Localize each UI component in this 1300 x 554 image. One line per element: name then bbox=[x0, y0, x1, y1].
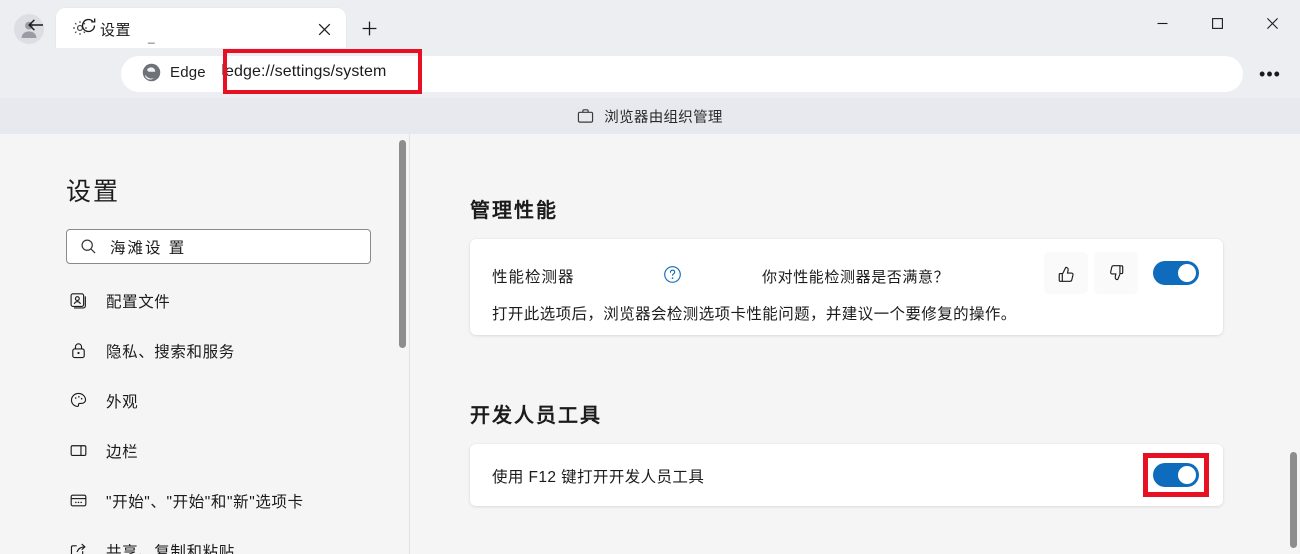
sidebar-item-label: 共享、复制和粘贴 bbox=[106, 543, 235, 554]
sidebar-panel-icon bbox=[66, 441, 90, 460]
share-icon bbox=[66, 541, 90, 554]
briefcase-icon bbox=[578, 109, 594, 123]
lock-icon bbox=[66, 341, 90, 360]
url-text[interactable]: edge://settings/system bbox=[225, 63, 386, 81]
sidebar-nav-list: 配置文件 隐私、搜索和服务 外观 边栏 "开始"、"开始"和"新"选项卡 共享、… bbox=[66, 284, 396, 554]
toggle-knob bbox=[1178, 264, 1196, 282]
tab-strip: 设置 _ bbox=[0, 0, 1300, 48]
sidebar-item-appearance[interactable]: 外观 bbox=[66, 384, 396, 417]
sidebar-item-privacy-search-services[interactable]: 隐私、搜索和服务 bbox=[66, 334, 396, 367]
org-managed-banner: 浏览器由组织管理 bbox=[0, 98, 1300, 134]
start-tab-icon bbox=[66, 491, 90, 510]
page-title: 设置 bbox=[66, 178, 121, 206]
edge-logo-icon bbox=[142, 63, 161, 82]
palette-icon bbox=[66, 391, 90, 410]
feedback-question: 你对性能检测器是否满意？ bbox=[762, 269, 950, 286]
sidebar-item-label: 配置文件 bbox=[106, 293, 171, 311]
close-icon[interactable] bbox=[314, 19, 334, 39]
content-scrollbar[interactable] bbox=[1289, 134, 1297, 554]
content-scrollbar-thumb[interactable] bbox=[1290, 452, 1297, 548]
org-banner-text: 浏览器由组织管理 bbox=[604, 109, 723, 126]
sidebar-item-label: 外观 bbox=[106, 393, 139, 411]
close-button[interactable] bbox=[1245, 0, 1300, 46]
toggle-knob bbox=[1178, 466, 1196, 484]
browser-window: 设置 _ Edge I edge://settings/system ••• 浏… bbox=[0, 0, 1300, 554]
section-title-manage-performance: 管理性能 bbox=[470, 200, 558, 222]
tab-text-caret: _ bbox=[148, 30, 155, 44]
search-icon bbox=[80, 238, 97, 255]
sidebar-item-share-copy-paste[interactable]: 共享、复制和粘贴 bbox=[66, 534, 396, 554]
sidebar-item-label: "开始"、"开始"和"新"选项卡 bbox=[106, 493, 304, 511]
thumbs-up-icon bbox=[1058, 266, 1074, 282]
maximize-button[interactable] bbox=[1190, 0, 1245, 46]
thumbs-up-button[interactable] bbox=[1044, 252, 1088, 294]
performance-detector-toggle[interactable] bbox=[1153, 261, 1199, 285]
sidebar-item-label: 隐私、搜索和服务 bbox=[106, 343, 235, 361]
window-controls bbox=[1135, 0, 1300, 46]
new-tab-button[interactable] bbox=[355, 16, 383, 40]
minimize-button[interactable] bbox=[1135, 0, 1190, 46]
settings-search[interactable]: 海滩设 置 bbox=[66, 229, 371, 264]
sidebar-scrollbar[interactable] bbox=[399, 138, 407, 550]
sidebar-item-sidebar[interactable]: 边栏 bbox=[66, 434, 396, 467]
reload-icon bbox=[81, 17, 95, 32]
edge-badge-label: Edge bbox=[170, 64, 206, 81]
reload-button[interactable] bbox=[71, 8, 105, 42]
performance-detector-description: 打开此选项后，浏览器会检测选项卡性能问题，并建议一个要修复的操作。 bbox=[492, 306, 1017, 323]
devtools-f12-card: 使用 F12 键打开开发人员工具 bbox=[470, 444, 1223, 506]
sidebar-item-label: 边栏 bbox=[106, 443, 139, 461]
f12-devtools-toggle[interactable] bbox=[1153, 463, 1199, 487]
settings-content: 管理性能 性能检测器 你对性能检测器是否满意？ 打开此选项后，浏览器会检测选项卡… bbox=[410, 134, 1300, 554]
help-circle-icon[interactable] bbox=[663, 265, 682, 289]
sidebar-scrollbar-thumb[interactable] bbox=[399, 140, 406, 348]
more-options-button[interactable]: ••• bbox=[1254, 58, 1286, 90]
thumbs-down-button[interactable] bbox=[1094, 252, 1138, 294]
back-arrow-icon bbox=[28, 19, 43, 31]
back-button[interactable] bbox=[19, 8, 53, 42]
search-input-value[interactable]: 海滩设 置 bbox=[110, 236, 186, 258]
thumbs-down-icon bbox=[1109, 264, 1123, 280]
f12-setting-label: 使用 F12 键打开开发人员工具 bbox=[492, 469, 705, 486]
settings-sidebar: 设置 海滩设 置 配置文件 隐私、搜索和服务 外观 边栏 "开始"、"开始"和"… bbox=[0, 134, 410, 554]
performance-detector-label: 性能检测器 bbox=[492, 269, 575, 286]
edge-site-badge: Edge bbox=[141, 62, 206, 83]
sidebar-item-start-home-new-tabs[interactable]: "开始"、"开始"和"新"选项卡 bbox=[66, 484, 396, 517]
performance-detector-card: 性能检测器 你对性能检测器是否满意？ 打开此选项后，浏览器会检测选项卡性能问题，… bbox=[470, 239, 1223, 335]
settings-page: 设置 海滩设 置 配置文件 隐私、搜索和服务 外观 边栏 "开始"、"开始"和"… bbox=[0, 134, 1300, 554]
sidebar-item-profiles[interactable]: 配置文件 bbox=[66, 284, 396, 317]
profile-card-icon bbox=[66, 291, 90, 310]
section-title-developer-tools: 开发人员工具 bbox=[470, 405, 602, 427]
